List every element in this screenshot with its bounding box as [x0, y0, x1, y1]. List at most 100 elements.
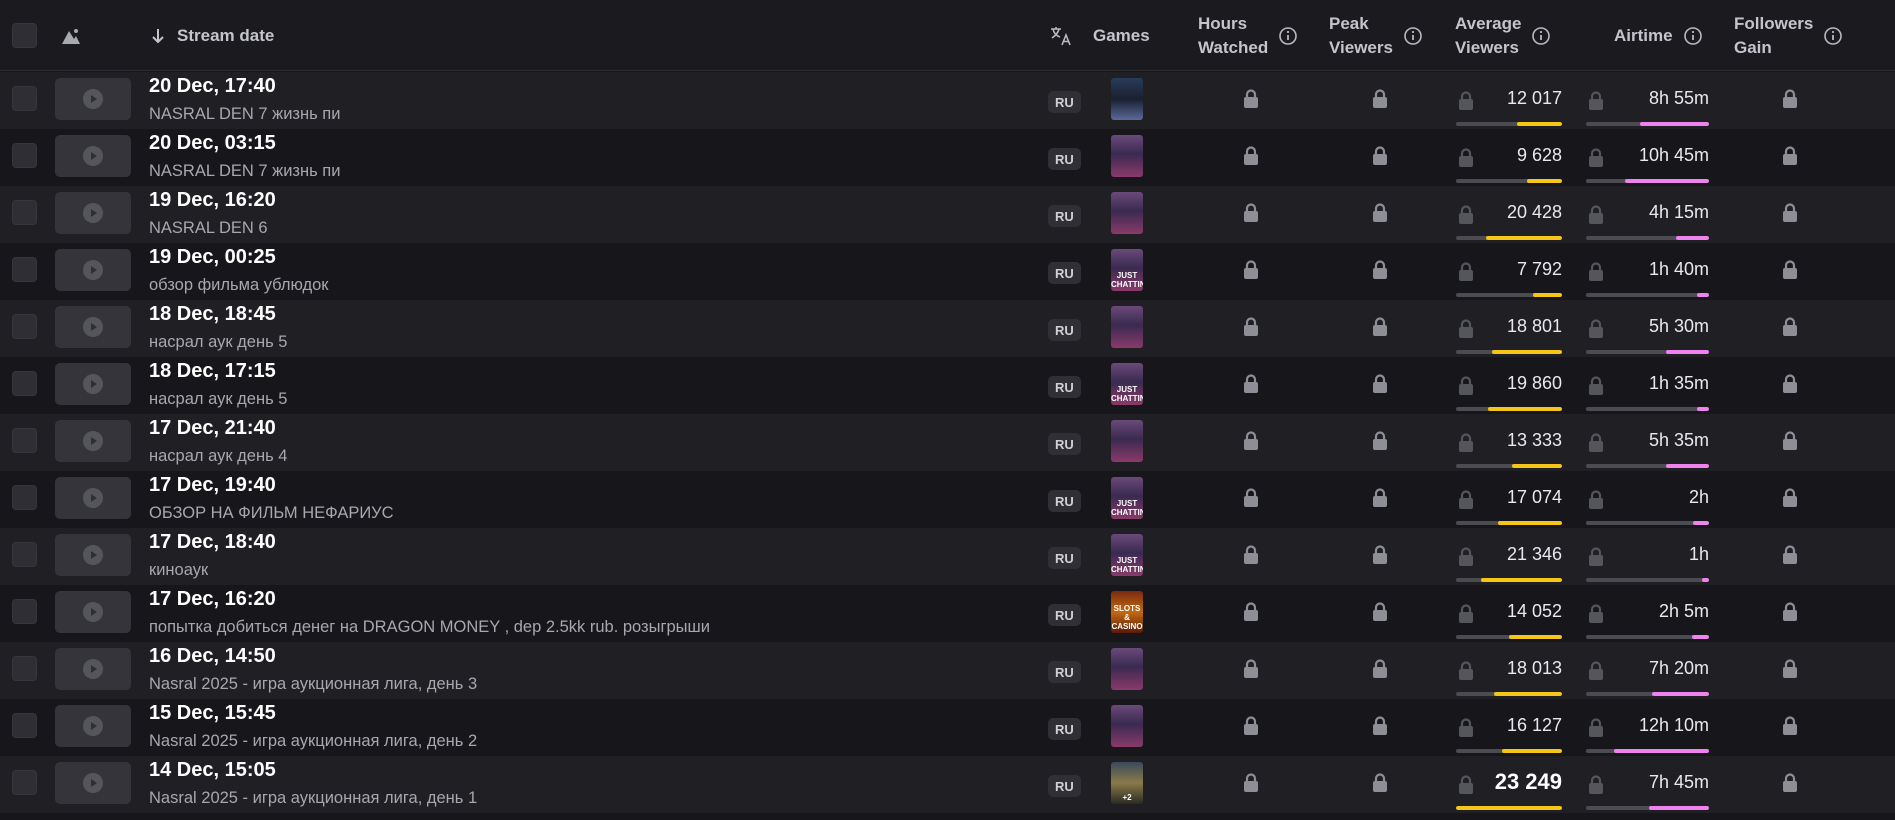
game-cover[interactable]: [1111, 648, 1143, 690]
stream-date[interactable]: 17 Dec, 16:20: [149, 588, 276, 611]
table-row[interactable]: 14 Dec, 15:05 Nasral 2025 - игра аукционн…: [0, 756, 1895, 813]
stream-thumbnail[interactable]: [55, 534, 131, 576]
stream-date[interactable]: 19 Dec, 00:25: [149, 246, 276, 269]
game-cover[interactable]: JUST CHATTING: [1111, 363, 1143, 405]
stream-date[interactable]: 20 Dec, 17:40: [149, 75, 276, 98]
table-row[interactable]: 17 Dec, 19:40 ОБЗОР НА ФИЛЬМ НЕФАРИУС RU JU…: [0, 471, 1895, 528]
stream-title: насрал аук день 4: [149, 447, 288, 465]
stream-title: обзор фильма ублюдок: [149, 276, 329, 294]
stream-date[interactable]: 15 Dec, 15:45: [149, 702, 276, 725]
table-row[interactable]: 20 Dec, 03:15 NASRAL DEN 7 жизнь пи RU 9 62…: [0, 129, 1895, 186]
game-cover[interactable]: JUST CHATTING: [1111, 477, 1143, 519]
stream-date[interactable]: 14 Dec, 15:05: [149, 759, 276, 782]
airtime-header[interactable]: Airtime: [1614, 0, 1703, 71]
lock-icon: [1242, 659, 1260, 684]
stream-thumbnail[interactable]: [55, 192, 131, 234]
image-icon: [62, 28, 80, 44]
row-checkbox[interactable]: [12, 599, 37, 624]
game-cover[interactable]: JUST CHATTING: [1111, 534, 1143, 576]
stream-thumbnail[interactable]: [55, 705, 131, 747]
stream-date[interactable]: 17 Dec, 18:40: [149, 531, 276, 554]
language-badge: RU: [1048, 319, 1081, 341]
airtime-value: 1h 40m: [1648, 259, 1709, 279]
airtime-bar-fill: [1696, 293, 1709, 297]
table-row[interactable]: 20 Dec, 17:40 NASRAL DEN 7 жизнь пи RU 12 0…: [0, 72, 1895, 129]
row-checkbox[interactable]: [12, 143, 37, 168]
select-all-checkbox[interactable]: [12, 23, 37, 48]
stream-thumbnail[interactable]: [55, 648, 131, 690]
game-cover[interactable]: [1111, 705, 1143, 747]
table-row[interactable]: 17 Dec, 18:40 киноаук RU JUST CHATTING 21 34…: [0, 528, 1895, 585]
info-icon[interactable]: [1403, 26, 1423, 46]
play-icon: [83, 203, 103, 223]
stream-thumbnail[interactable]: [55, 363, 131, 405]
game-cover[interactable]: [1111, 306, 1143, 348]
table-row[interactable]: 18 Dec, 18:45 насрал аук день 5 RU 18 801 5h…: [0, 300, 1895, 357]
followers-gain-label-1: Followers: [1734, 13, 1814, 33]
game-cover[interactable]: SLOTS & CASINO: [1111, 591, 1143, 633]
row-checkbox[interactable]: [12, 656, 37, 681]
row-checkbox[interactable]: [12, 200, 37, 225]
translate-icon: [1051, 26, 1071, 45]
table-row[interactable]: 17 Dec, 16:20 попытка добиться денег на D…: [0, 585, 1895, 642]
peak-viewers-header[interactable]: Peak Viewers: [1329, 0, 1423, 71]
stream-date[interactable]: 18 Dec, 17:15: [149, 360, 276, 383]
stream-thumbnail[interactable]: [55, 762, 131, 804]
stream-date[interactable]: 17 Dec, 21:40: [149, 417, 276, 440]
row-checkbox[interactable]: [12, 485, 37, 510]
airtime-bar-fill: [1640, 122, 1709, 126]
info-icon[interactable]: [1531, 26, 1551, 46]
average-viewers-bar: [1456, 578, 1562, 582]
table-row[interactable]: 16 Dec, 14:50 Nasral 2025 - игра аукционн…: [0, 642, 1895, 699]
stream-date[interactable]: 17 Dec, 19:40: [149, 474, 276, 497]
row-checkbox[interactable]: [12, 428, 37, 453]
stream-date[interactable]: 19 Dec, 16:20: [149, 189, 276, 212]
average-viewers-header[interactable]: Average Viewers: [1455, 0, 1551, 71]
table-row[interactable]: 19 Dec, 00:25 обзор фильма ублюдок RU JUST …: [0, 243, 1895, 300]
stream-thumbnail[interactable]: [55, 420, 131, 462]
table-row[interactable]: 18 Dec, 17:15 насрал аук день 5 RU JUST CHA…: [0, 357, 1895, 414]
game-cover[interactable]: JUST CHATTING: [1111, 249, 1143, 291]
lock-icon: [1242, 317, 1260, 342]
games-header[interactable]: Games: [1093, 0, 1150, 71]
info-icon[interactable]: [1683, 26, 1703, 46]
stream-date[interactable]: 18 Dec, 18:45: [149, 303, 276, 326]
row-checkbox[interactable]: [12, 371, 37, 396]
stream-date[interactable]: 16 Dec, 14:50: [149, 645, 276, 668]
row-checkbox[interactable]: [12, 314, 37, 339]
row-select-cell: [12, 428, 37, 458]
info-icon[interactable]: [1278, 26, 1298, 46]
table-row[interactable]: 15 Dec, 15:45 Nasral 2025 - игра аукционн…: [0, 699, 1895, 756]
lock-icon: [1371, 203, 1389, 228]
lock-icon: [1371, 602, 1389, 627]
row-select-cell: [12, 485, 37, 515]
game-cover[interactable]: [1111, 420, 1143, 462]
row-checkbox[interactable]: [12, 542, 37, 567]
row-checkbox[interactable]: [12, 770, 37, 795]
stream-thumbnail[interactable]: [55, 477, 131, 519]
stream-date[interactable]: 20 Dec, 03:15: [149, 132, 276, 155]
game-cover-text: JUST CHATTING: [1111, 385, 1143, 403]
stream-thumbnail[interactable]: [55, 78, 131, 120]
language-header[interactable]: [1049, 0, 1073, 71]
stream-date-header[interactable]: Stream date: [151, 0, 274, 71]
row-checkbox[interactable]: [12, 713, 37, 738]
lock-icon: [1371, 89, 1389, 114]
table-row[interactable]: 17 Dec, 21:40 насрал аук день 4 RU 13 333 5h…: [0, 414, 1895, 471]
stream-thumbnail[interactable]: [55, 306, 131, 348]
game-cover[interactable]: [1111, 78, 1143, 120]
hours-watched-header[interactable]: Hours Watched: [1198, 0, 1298, 71]
table-row[interactable]: 19 Dec, 16:20 NASRAL DEN 6 RU 20 428 4h 15m: [0, 186, 1895, 243]
play-icon: [83, 488, 103, 508]
row-checkbox[interactable]: [12, 86, 37, 111]
info-icon[interactable]: [1823, 26, 1843, 46]
stream-thumbnail[interactable]: [55, 249, 131, 291]
game-cover[interactable]: [1111, 135, 1143, 177]
stream-thumbnail[interactable]: [55, 135, 131, 177]
followers-gain-header[interactable]: Followers Gain: [1734, 0, 1843, 71]
game-cover[interactable]: +2: [1111, 762, 1143, 804]
stream-thumbnail[interactable]: [55, 591, 131, 633]
airtime-value: 5h 35m: [1648, 430, 1709, 450]
game-cover[interactable]: [1111, 192, 1143, 234]
row-checkbox[interactable]: [12, 257, 37, 282]
